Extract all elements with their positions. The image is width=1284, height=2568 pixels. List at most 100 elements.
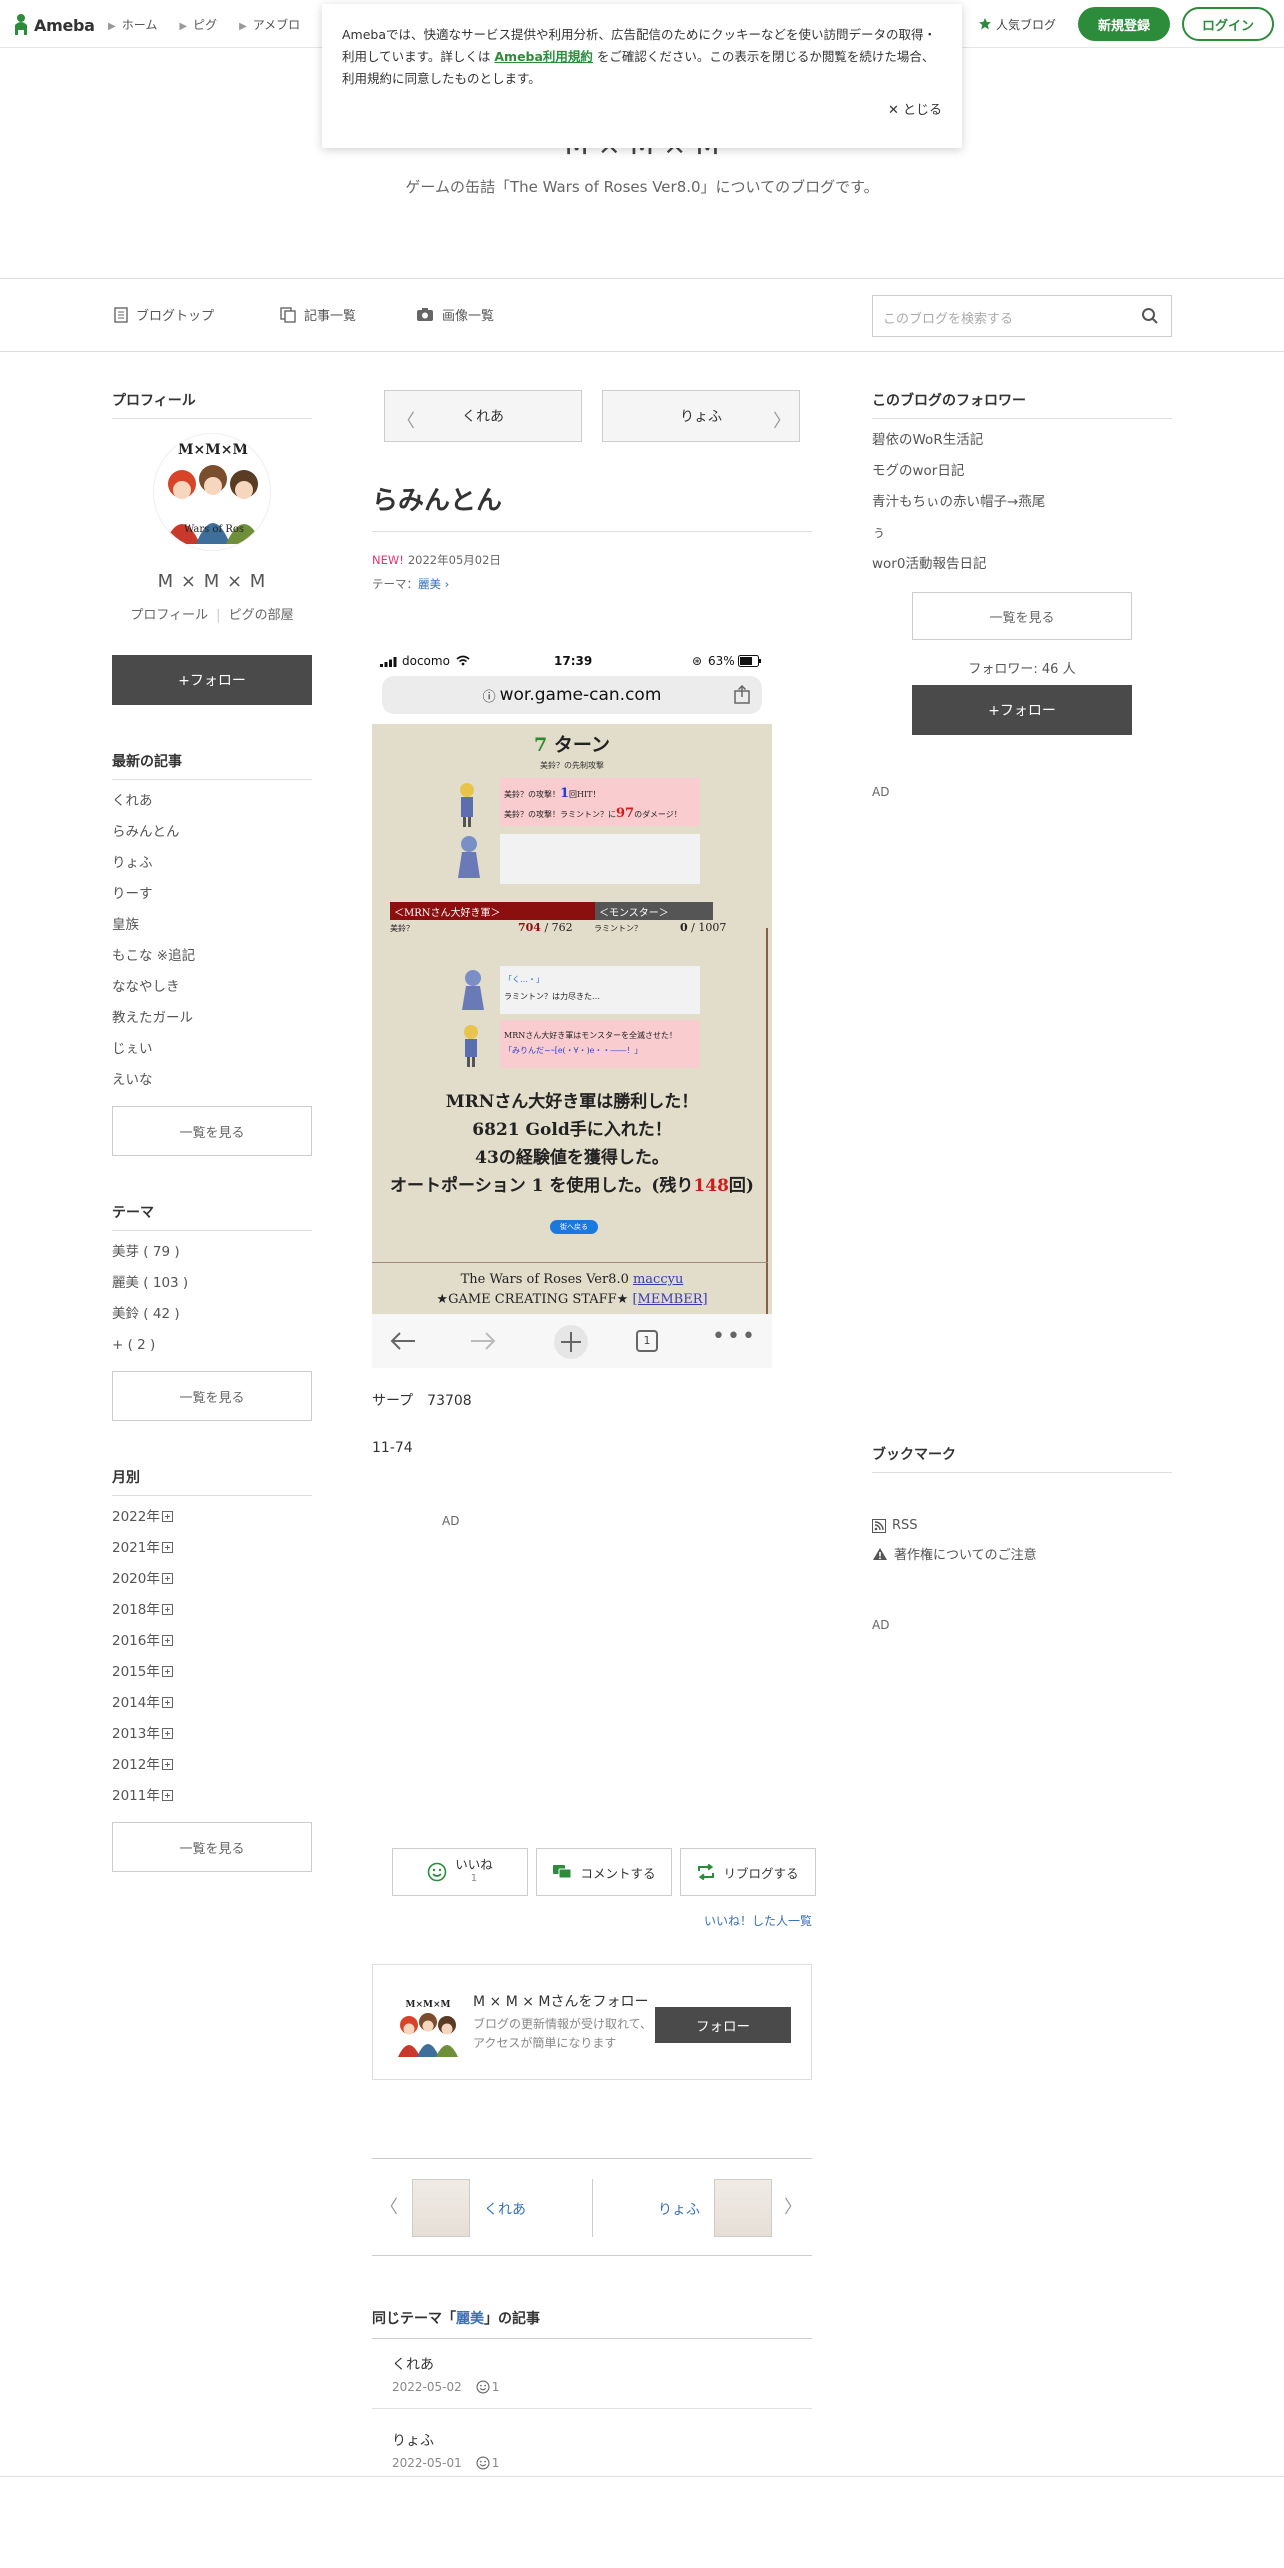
monthly-more-button[interactable]: 一覧を見る bbox=[112, 1822, 312, 1872]
follow-card-button[interactable]: フォロー bbox=[655, 2007, 791, 2043]
year-item[interactable]: 2014年 bbox=[112, 1688, 312, 1719]
blog-search-input[interactable]: このブログを検索する bbox=[872, 295, 1172, 337]
expand-icon[interactable] bbox=[161, 1635, 173, 1646]
chevron-left-icon[interactable]: 〈 bbox=[380, 2193, 398, 2219]
expand-icon[interactable] bbox=[161, 1759, 173, 1770]
follow-button[interactable]: +フォロー bbox=[112, 655, 312, 705]
recent-entry-item[interactable]: じぇい bbox=[112, 1034, 312, 1065]
expand-icon[interactable] bbox=[161, 1666, 173, 1677]
nav-ameblo-label: アメブロ bbox=[252, 18, 301, 32]
recent-entries-heading: 最新の記事 bbox=[112, 751, 312, 780]
next-entry-button[interactable]: りょふ 〉 bbox=[602, 390, 800, 442]
expand-icon[interactable] bbox=[161, 1697, 173, 1708]
recent-entry-item[interactable]: りょふ bbox=[112, 848, 312, 879]
expand-icon[interactable] bbox=[161, 1604, 173, 1615]
entry-image[interactable]: docomo 17:39 ⊛ 63% ⓘ wor.game-can.com 7 … bbox=[372, 648, 772, 1368]
entry-title[interactable]: らみんとん bbox=[372, 480, 812, 532]
more-icon: ••• bbox=[712, 1324, 757, 1349]
recent-entry-item[interactable]: くれあ bbox=[112, 786, 312, 817]
turn-number: 7 bbox=[534, 734, 548, 756]
popular-blogs-link[interactable]: 人気ブログ bbox=[978, 16, 1056, 33]
enemy-sprite-icon bbox=[458, 836, 480, 878]
next-entry-link[interactable]: りょふ bbox=[658, 2199, 700, 2219]
theme-item[interactable]: 麗美 ( 103 ) bbox=[112, 1268, 312, 1299]
year-item[interactable]: 2012年 bbox=[112, 1750, 312, 1781]
year-item[interactable]: 2011年 bbox=[112, 1781, 312, 1812]
same-theme-link[interactable]: 麗美 bbox=[456, 2311, 484, 2327]
staff-text: ★GAME CREATING STAFF★ bbox=[436, 1292, 633, 1307]
rss-link[interactable]: RSS bbox=[872, 1518, 918, 1533]
year-item[interactable]: 2020年 bbox=[112, 1564, 312, 1595]
recent-entry-item[interactable]: 皇族 bbox=[112, 910, 312, 941]
follower-blog-item[interactable]: 青汁もちぃの赤い帽子→燕尾 bbox=[872, 487, 1172, 518]
expand-icon[interactable] bbox=[161, 1790, 173, 1801]
profile-link[interactable]: プロフィール bbox=[130, 608, 208, 623]
prev-entry-thumbnail[interactable] bbox=[412, 2179, 470, 2237]
image-list-link[interactable]: 画像一覧 bbox=[416, 305, 494, 324]
expand-icon[interactable] bbox=[161, 1728, 173, 1739]
expand-icon[interactable] bbox=[161, 1542, 173, 1553]
same-theme-item[interactable]: くれあ 2022-05-02 1 bbox=[392, 2354, 812, 2394]
theme-link[interactable]: 麗美 bbox=[418, 577, 441, 591]
reblog-button[interactable]: リブログする bbox=[680, 1848, 816, 1896]
followers-more-button[interactable]: 一覧を見る bbox=[912, 592, 1132, 640]
year-item[interactable]: 2022年 bbox=[112, 1502, 312, 1533]
year-item[interactable]: 2013年 bbox=[112, 1719, 312, 1750]
blog-top-link[interactable]: ブログトップ bbox=[114, 305, 214, 324]
chevron-right-icon[interactable]: 〉 bbox=[784, 2193, 802, 2219]
nav-pigg[interactable]: ▶ ピグ bbox=[179, 16, 217, 33]
year-item[interactable]: 2016年 bbox=[112, 1626, 312, 1657]
expand-icon[interactable] bbox=[161, 1573, 173, 1584]
expand-icon[interactable] bbox=[161, 1511, 173, 1522]
attack-line-1a: 美鈴？の攻撃！ bbox=[504, 790, 560, 799]
pigg-room-link[interactable]: ピグの部屋 bbox=[229, 608, 294, 623]
prev-entry-link[interactable]: くれあ bbox=[484, 2199, 526, 2219]
terms-link[interactable]: Ameba利用規約 bbox=[494, 49, 593, 64]
recent-entry-item[interactable]: らみんとん bbox=[112, 817, 312, 848]
copyright-notice-label: 著作権についてのご注意 bbox=[894, 1548, 1037, 1563]
follower-blog-item[interactable]: 碧依のWoR生活記 bbox=[872, 425, 1172, 456]
same-theme-prefix: 同じテーマ「 bbox=[372, 2311, 456, 2327]
enemy-hp: 0 bbox=[680, 921, 688, 934]
profile-avatar[interactable]: M×M×M Wars of Ros bbox=[153, 433, 271, 551]
like-count-wrap: 1 bbox=[476, 2456, 499, 2470]
recent-entry-item[interactable]: もこな ※追記 bbox=[112, 941, 312, 972]
copyright-notice-link[interactable]: 著作権についてのご注意 bbox=[872, 1544, 1037, 1563]
recent-entry-item[interactable]: りーす bbox=[112, 879, 312, 910]
footer-divider bbox=[0, 2476, 1284, 2477]
game-battle-screen: 7 ターン 美鈴？の先制攻撃 美鈴？の攻撃！1回HIT！ 美鈴？の攻撃！ラミント… bbox=[372, 724, 772, 1314]
themes-more-button[interactable]: 一覧を見る bbox=[112, 1371, 312, 1421]
comment-button[interactable]: コメントする bbox=[536, 1848, 672, 1896]
sidebar-follow-button[interactable]: +フォロー bbox=[912, 685, 1132, 735]
recent-entry-item[interactable]: ななやしき bbox=[112, 972, 312, 1003]
signup-button[interactable]: 新規登録 bbox=[1078, 7, 1170, 41]
nav-ameblo[interactable]: ▶ アメブロ bbox=[239, 16, 300, 33]
prev-entry-button[interactable]: 〈 くれあ bbox=[384, 390, 582, 442]
year-item[interactable]: 2018年 bbox=[112, 1595, 312, 1626]
copy-icon bbox=[280, 306, 296, 323]
new-tab-icon bbox=[554, 1325, 588, 1359]
next-entry-thumbnail[interactable] bbox=[714, 2179, 772, 2237]
theme-item[interactable]: + ( 2 ) bbox=[112, 1330, 312, 1361]
recent-more-button[interactable]: 一覧を見る bbox=[112, 1106, 312, 1156]
search-icon[interactable] bbox=[1141, 307, 1159, 325]
entry-meta: NEW! 2022年05月02日 bbox=[372, 552, 501, 568]
recent-entry-item[interactable]: えいな bbox=[112, 1065, 312, 1096]
likers-link[interactable]: いいね！した人一覧 bbox=[704, 1912, 812, 1929]
follower-blog-item[interactable]: ぅ bbox=[872, 518, 1172, 549]
cookie-close-button[interactable]: ✕ とじる bbox=[888, 100, 942, 122]
follower-blog-item[interactable]: wor0活動報告日記 bbox=[872, 549, 1172, 580]
theme-item[interactable]: 美芽 ( 79 ) bbox=[112, 1237, 312, 1268]
follower-blog-item[interactable]: モグのwor日記 bbox=[872, 456, 1172, 487]
ameba-logo[interactable]: Ameba bbox=[12, 12, 95, 38]
recent-entry-item[interactable]: 教えたガール bbox=[112, 1003, 312, 1034]
theme-item[interactable]: 美鈴 ( 42 ) bbox=[112, 1299, 312, 1330]
login-button[interactable]: ログイン bbox=[1182, 7, 1274, 41]
smile-icon bbox=[476, 2380, 490, 2394]
year-item[interactable]: 2021年 bbox=[112, 1533, 312, 1564]
nav-home[interactable]: ▶ ホーム bbox=[108, 16, 157, 33]
year-item[interactable]: 2015年 bbox=[112, 1657, 312, 1688]
same-theme-item[interactable]: りょふ 2022-05-01 1 bbox=[392, 2430, 812, 2470]
like-button[interactable]: いいね 1 bbox=[392, 1848, 528, 1896]
entry-list-link[interactable]: 記事一覧 bbox=[280, 305, 356, 324]
